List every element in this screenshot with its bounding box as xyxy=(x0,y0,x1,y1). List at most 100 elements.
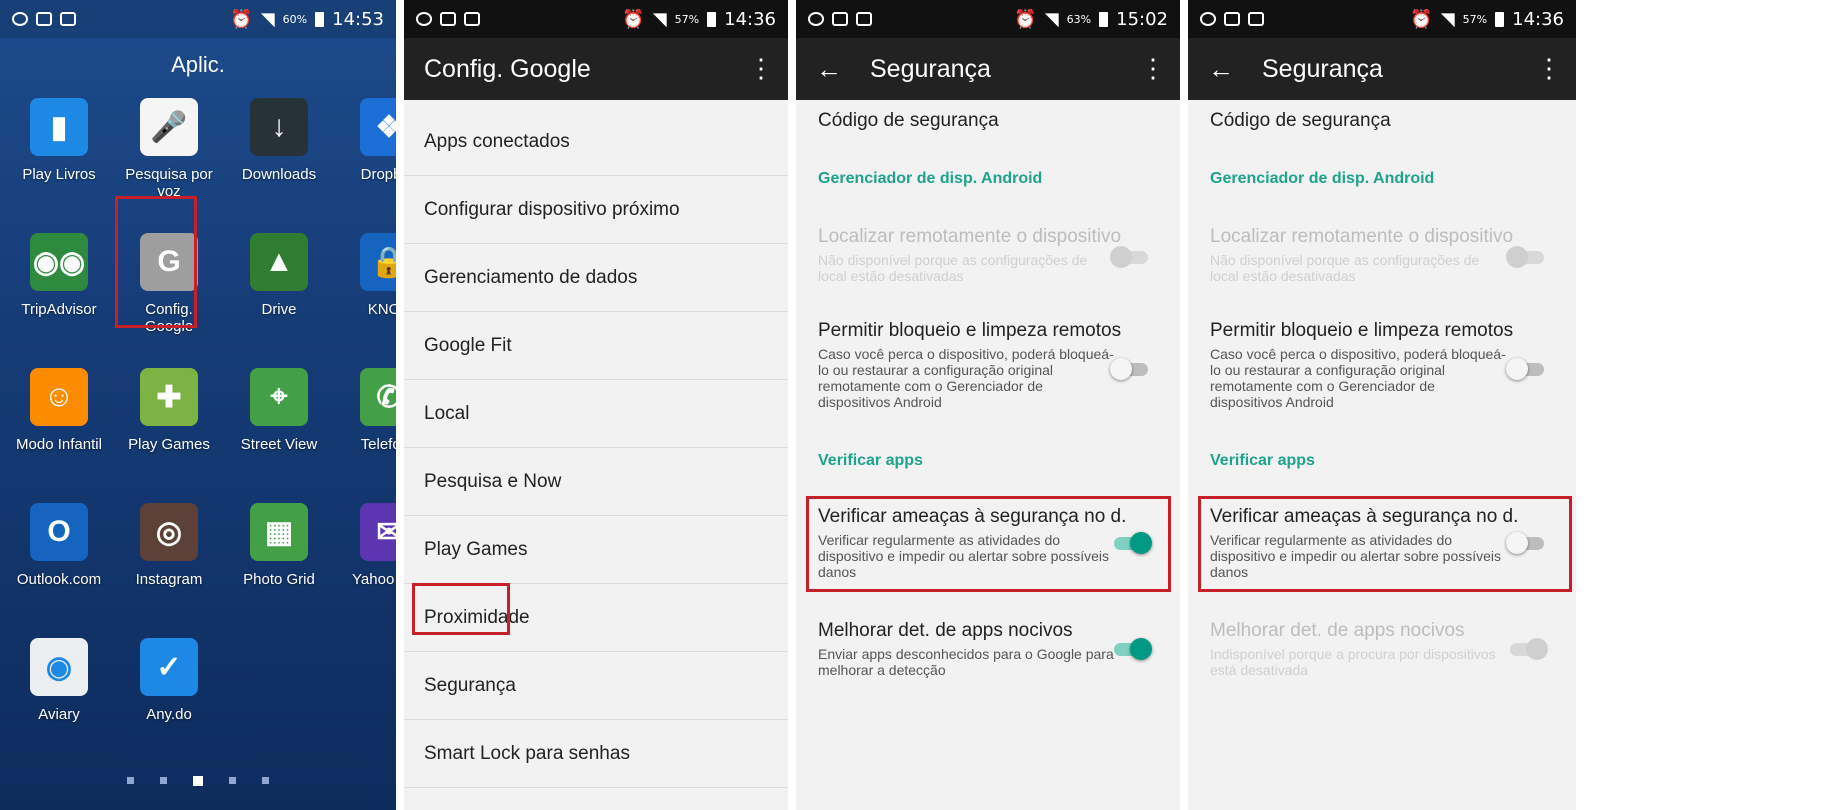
app-instagram[interactable]: ◎ Instagram xyxy=(114,493,224,628)
app-play-livros[interactable]: ▮ Play Livros xyxy=(4,88,114,223)
app-label: Pesquisa por voz xyxy=(125,166,213,200)
app-label: Dropbox xyxy=(360,166,396,183)
pesquisa-por-voz-icon[interactable]: 🎤 xyxy=(140,98,198,156)
settings-item-label: Local xyxy=(424,402,470,424)
app-label: TripAdvisor xyxy=(21,301,97,318)
settings-item-play-games[interactable]: Play Games xyxy=(404,516,788,584)
security-content: Código de segurança Gerenciador de disp.… xyxy=(1188,0,1576,810)
settings-item-label: Apps conectados xyxy=(424,130,570,152)
drive-icon[interactable]: ▲ xyxy=(250,233,308,291)
gallery-icon xyxy=(832,12,848,26)
settings-item-apps-conectados[interactable]: Apps conectados xyxy=(404,108,788,176)
dropbox-icon[interactable]: ❖ xyxy=(360,98,396,156)
locate-device-toggle xyxy=(1506,246,1548,268)
settings-item-google-fit[interactable]: Google Fit xyxy=(404,312,788,380)
locate-device-title: Localizar remotamente o dispositivo xyxy=(1210,226,1514,247)
aviary-icon[interactable]: ◉ xyxy=(30,638,88,696)
page-dot[interactable] xyxy=(160,777,167,784)
knox-icon[interactable]: 🔒 xyxy=(360,233,396,291)
highlight-config-google xyxy=(115,196,197,328)
page-dot-current[interactable] xyxy=(193,776,203,786)
app-label: Street View xyxy=(240,436,318,453)
app-photo-grid[interactable]: ▦ Photo Grid xyxy=(224,493,334,628)
app-outlook-com[interactable]: O Outlook.com xyxy=(4,493,114,628)
app-label: Yahoo Mail xyxy=(352,571,396,588)
yahoo-mail-icon[interactable]: ✉ xyxy=(360,503,396,561)
remote-lock-item[interactable]: Permitir bloqueio e limpeza remotos Caso… xyxy=(1188,320,1576,410)
settings-item-pesquisa-e-now[interactable]: Pesquisa e Now xyxy=(404,448,788,516)
settings-item-label: Smart Lock para senhas xyxy=(424,742,630,764)
app-knox[interactable]: 🔒 KNOX xyxy=(334,223,396,358)
whatsapp-icon xyxy=(808,12,824,26)
app-label: Instagram xyxy=(135,571,203,588)
modo-infantil-icon[interactable]: ☺ xyxy=(30,368,88,426)
app-modo-infantil[interactable]: ☺ Modo Infantil xyxy=(4,358,114,493)
app-grid: ▮ Play Livros 🎤 Pesquisa por voz ↓ Downloads ❖… xyxy=(0,88,396,763)
remote-lock-subtitle: Caso você perca o dispositivo, poderá bl… xyxy=(818,346,1114,410)
photo-grid-icon[interactable]: ▦ xyxy=(250,503,308,561)
status-bar: ⏰ ◥ 63% 15:02 xyxy=(796,0,1180,38)
app-telefone[interactable]: ✆ Telefone xyxy=(334,358,396,493)
play-games-icon[interactable]: ✚ xyxy=(140,368,198,426)
app-drive[interactable]: ▲ Drive xyxy=(224,223,334,358)
app-label: Aviary xyxy=(38,706,80,723)
any-do-icon[interactable]: ✓ xyxy=(140,638,198,696)
app-dropbox[interactable]: ❖ Dropbox xyxy=(334,88,396,223)
apps-title: Aplic. xyxy=(171,52,225,77)
street-view-icon[interactable]: ⌖ xyxy=(250,368,308,426)
settings-item-seguranca[interactable]: Segurança xyxy=(404,652,788,720)
outlook-com-icon[interactable]: O xyxy=(30,503,88,561)
app-downloads[interactable]: ↓ Downloads xyxy=(224,88,334,223)
settings-item-gerenciamento-de-dados[interactable]: Gerenciamento de dados xyxy=(404,244,788,312)
message-icon xyxy=(464,12,480,26)
app-tripadvisor[interactable]: ◉◉ TripAdvisor xyxy=(4,223,114,358)
tripadvisor-icon[interactable]: ◉◉ xyxy=(30,233,88,291)
remote-lock-toggle[interactable] xyxy=(1110,358,1152,380)
alarm-icon: ⏰ xyxy=(230,8,253,30)
remote-lock-item[interactable]: Permitir bloqueio e limpeza remotos Caso… xyxy=(796,320,1180,410)
app-any-do[interactable]: ✓ Any.do xyxy=(114,628,224,763)
app-label: Telefone xyxy=(360,436,396,453)
remote-lock-title: Permitir bloqueio e limpeza remotos xyxy=(818,320,1122,341)
page-title: Segurança xyxy=(870,54,991,83)
app-street-view[interactable]: ⌖ Street View xyxy=(224,358,334,493)
locate-device-subtitle: Não disponível porque as configurações d… xyxy=(1210,252,1480,284)
app-label: Outlook.com xyxy=(16,571,102,588)
settings-item-label: Configurar dispositivo próximo xyxy=(424,198,680,220)
highlight-seguranca xyxy=(412,583,510,635)
battery-icon xyxy=(315,11,325,27)
page-dot[interactable] xyxy=(262,777,269,784)
instagram-icon[interactable]: ◎ xyxy=(140,503,198,561)
telefone-icon[interactable]: ✆ xyxy=(360,368,396,426)
back-arrow-icon[interactable]: ← xyxy=(816,54,842,85)
security-code-item[interactable]: Código de segurança xyxy=(1188,110,1576,132)
page-dot[interactable] xyxy=(229,777,236,784)
page-dot[interactable] xyxy=(127,777,134,784)
app-label: Play Games xyxy=(128,436,210,453)
settings-item-local[interactable]: Local xyxy=(404,380,788,448)
security-code-item[interactable]: Código de segurança xyxy=(796,110,1180,132)
settings-item-label: Play Games xyxy=(424,538,528,560)
app-label: Any.do xyxy=(146,706,192,723)
settings-item-configurar-dispositivo-proximo[interactable]: Configurar dispositivo próximo xyxy=(404,176,788,244)
settings-item-smart-lock-para-senhas[interactable]: Smart Lock para senhas xyxy=(404,720,788,788)
remote-lock-toggle[interactable] xyxy=(1506,358,1548,380)
security-screen-before: ⏰ ◥ 63% 15:02 ← Segurança ⋮ Código de segur… xyxy=(796,0,1180,810)
locate-device-item: Localizar remotamente o dispositivo Não … xyxy=(796,226,1180,284)
google-settings-screen: ⏰ ◥ 57% 14:36 Config. Google ⋮ Apps conecta… xyxy=(404,0,788,810)
app-yahoo-mail[interactable]: ✉ Yahoo Mail xyxy=(334,493,396,628)
improve-detection-subtitle: Indisponível porque a procura por dispos… xyxy=(1210,646,1496,678)
more-options-icon[interactable]: ⋮ xyxy=(748,55,774,81)
battery-percent: 57% xyxy=(674,12,700,26)
more-options-icon[interactable]: ⋮ xyxy=(1140,55,1166,81)
improve-detection-item[interactable]: Melhorar det. de apps nocivos Enviar app… xyxy=(796,620,1180,678)
highlight-scan-threats xyxy=(1198,496,1572,592)
app-aviary[interactable]: ◉ Aviary xyxy=(4,628,114,763)
highlight-scan-threats xyxy=(806,496,1171,592)
play-livros-icon[interactable]: ▮ xyxy=(30,98,88,156)
clock: 14:53 xyxy=(332,8,384,30)
improve-detection-toggle[interactable] xyxy=(1112,638,1152,660)
wifi-icon: ◥ xyxy=(260,8,275,30)
app-play-games[interactable]: ✚ Play Games xyxy=(114,358,224,493)
downloads-icon[interactable]: ↓ xyxy=(250,98,308,156)
